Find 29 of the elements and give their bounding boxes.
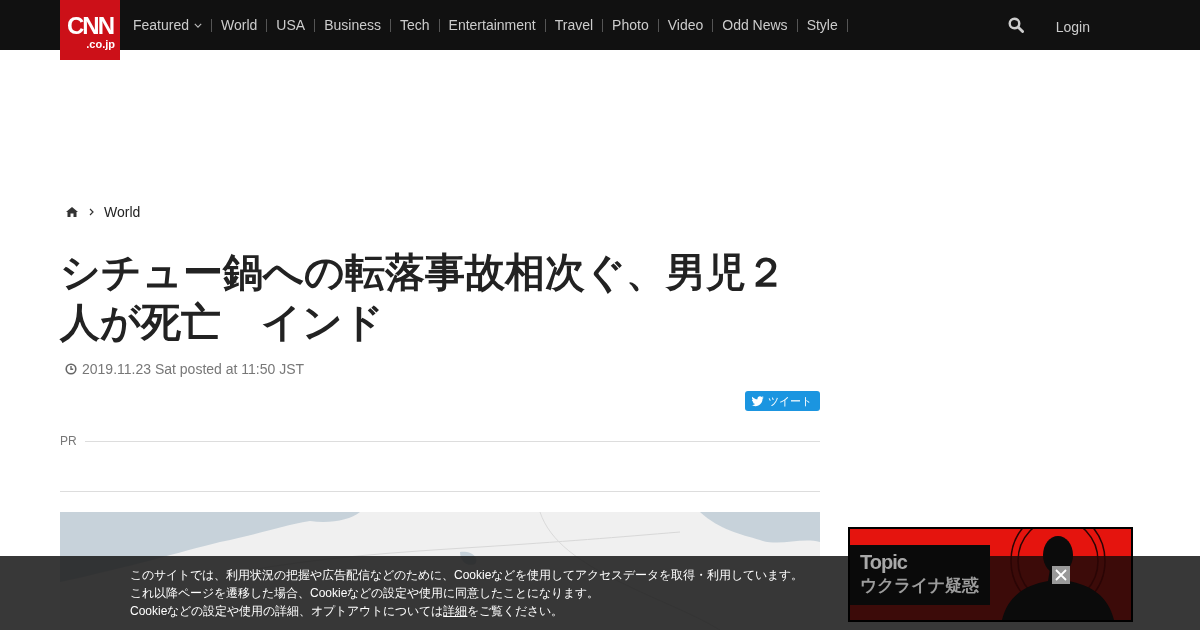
site-logo[interactable]: CNN .co.jp [60, 0, 120, 60]
nav-link[interactable]: Entertainment [439, 16, 545, 34]
close-button[interactable] [1052, 566, 1070, 584]
details-link[interactable]: 詳細 [443, 604, 468, 618]
nav-link[interactable]: Business [315, 16, 390, 34]
nav-link[interactable]: Style [797, 16, 847, 34]
nav-link[interactable]: Travel [545, 16, 603, 34]
nav-link[interactable]: World [212, 16, 267, 34]
nav-link[interactable]: Video [658, 16, 713, 34]
posted-date: 2019.11.23 Sat posted at 11:50 JST [82, 360, 305, 378]
topic-title: ウクライナ疑惑 [860, 575, 979, 597]
home-icon[interactable] [66, 207, 78, 217]
nav-link[interactable]: USA [267, 16, 315, 34]
cookie-notice-text: このサイトでは、利用状況の把握や広告配信などのために、Cookieなどを使用してアクセスデータを取得・利用しています。 これ以降ページを遷移した場合、Cookieなどの設定や使用に同意したことになります。 Cookieなどの設定や使用の詳細、オプトアウトについては詳細をご覧ください。 [130, 567, 804, 620]
bird-icon [751, 395, 764, 407]
article-title: シチュー鍋への転落事故相次ぐ、男児２人が死亡 インド [60, 249, 787, 346]
nav-link[interactable]: Tech [390, 16, 439, 34]
clock-icon [65, 363, 77, 375]
close-icon [1055, 569, 1067, 581]
nav-link[interactable]: Featured [124, 16, 212, 34]
topic-banner[interactable]: Topic ウクライナ疑惑 [848, 527, 1133, 622]
login-link[interactable]: Login [1055, 18, 1090, 36]
nav-link[interactable]: Photo [603, 16, 658, 34]
search-icon[interactable] [1007, 17, 1024, 33]
topic-label: Topic [860, 550, 907, 574]
pr-label: PR [60, 433, 77, 449]
nav-link[interactable]: Odd News [713, 16, 797, 34]
breadcrumb-link[interactable]: World [104, 203, 141, 221]
chevron-right-icon [89, 208, 94, 216]
